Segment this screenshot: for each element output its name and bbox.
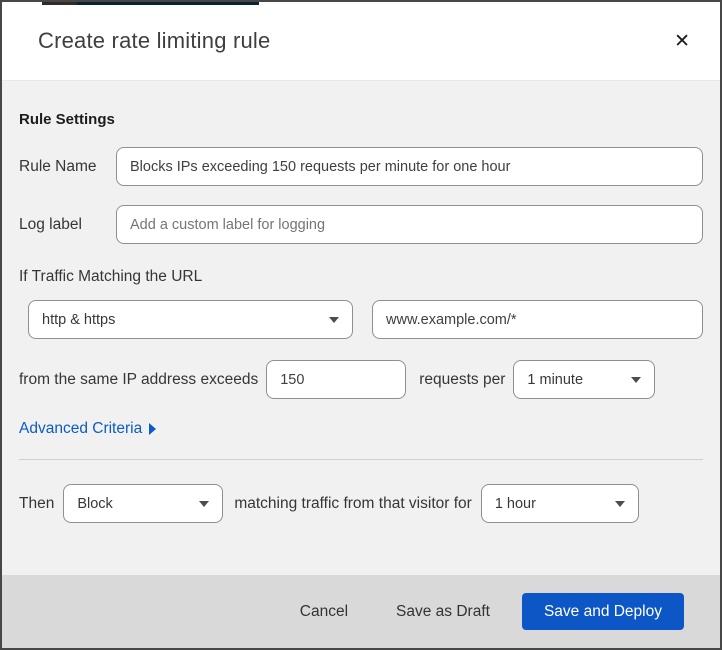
cancel-button[interactable]: Cancel [296,597,352,627]
period-select-value: 1 minute [527,371,584,388]
request-threshold-input[interactable] [266,360,407,399]
advanced-criteria-row: Advanced Criteria [19,420,703,438]
then-label: Then [19,494,55,512]
dialog-body: Rule Settings Rule Name Log label If Tra… [2,80,720,575]
background-page-strip-red [42,2,77,5]
requests-per-text: requests per [419,370,506,388]
threshold-row: from the same IP address exceeds request… [19,360,703,399]
protocol-url-row: http & https [19,300,703,339]
save-as-draft-button[interactable]: Save as Draft [392,597,494,627]
chevron-down-icon [199,500,210,507]
dialog-footer: Cancel Save as Draft Save and Deploy [2,575,720,648]
duration-select-value: 1 hour [494,495,536,512]
period-select[interactable]: 1 minute [513,360,656,399]
url-pattern-input[interactable] [372,300,703,339]
protocol-select[interactable]: http & https [28,300,353,339]
advanced-criteria-link[interactable]: Advanced Criteria [19,420,157,438]
action-select[interactable]: Block [63,484,224,523]
create-rate-limiting-rule-dialog: Create rate limiting rule ✕ Rule Setting… [0,0,722,650]
chevron-down-icon [631,376,642,383]
matching-traffic-text: matching traffic from that visitor for [234,494,472,512]
traffic-matching-heading: If Traffic Matching the URL [19,268,203,285]
duration-select[interactable]: 1 hour [480,484,639,523]
dialog-title: Create rate limiting rule [38,28,271,53]
rule-name-row: Rule Name [19,147,703,186]
rule-settings-heading: Rule Settings [19,111,115,128]
action-select-value: Block [77,495,113,512]
dialog-header: Create rate limiting rule ✕ [2,2,720,80]
advanced-criteria-label: Advanced Criteria [19,420,143,437]
rule-name-label: Rule Name [19,157,97,175]
threshold-prefix-text: from the same IP address exceeds [19,370,259,388]
then-action-row: Then Block matching traffic from that vi… [19,484,703,523]
divider [19,459,703,460]
rule-name-input[interactable] [116,147,703,186]
chevron-down-icon [329,316,339,323]
protocol-select-value: http & https [42,311,116,328]
chevron-right-icon [149,423,157,435]
save-and-deploy-button[interactable]: Save and Deploy [521,593,684,630]
chevron-down-icon [614,500,625,507]
close-icon[interactable]: ✕ [670,28,694,55]
background-page-strip-navy [77,2,259,5]
log-label-row: Log label [19,205,703,244]
log-label-input[interactable] [116,205,703,244]
log-label-label: Log label [19,215,82,233]
